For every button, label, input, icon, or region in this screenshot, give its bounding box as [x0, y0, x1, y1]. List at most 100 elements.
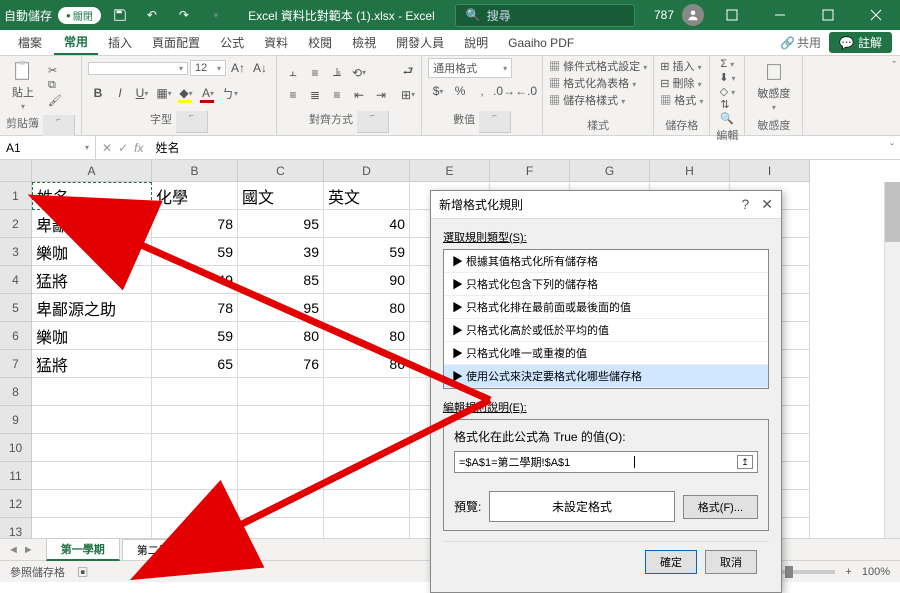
- cell[interactable]: 95: [238, 210, 324, 238]
- cell[interactable]: 78: [152, 210, 238, 238]
- maximize-icon[interactable]: [808, 0, 848, 30]
- new-sheet-icon[interactable]: ⊕: [198, 543, 218, 556]
- user-avatar[interactable]: [682, 4, 704, 26]
- delete-cells-button[interactable]: ⊟ 刪除 ▾: [660, 75, 701, 91]
- merge-center-icon[interactable]: ⊞▾: [401, 85, 415, 105]
- format-painter-icon[interactable]: 🖌: [48, 94, 62, 107]
- tab-file[interactable]: 檔案: [8, 30, 52, 55]
- sheet-tab-2[interactable]: 第二學期: [122, 539, 196, 560]
- cell[interactable]: 化學: [152, 182, 238, 210]
- row-header[interactable]: 11: [0, 462, 32, 490]
- cell[interactable]: 80: [324, 322, 410, 350]
- cell[interactable]: [152, 406, 238, 434]
- rule-option[interactable]: ▶ 只格式化排在最前面或最後面的值: [444, 296, 768, 319]
- sheet-prev-icon[interactable]: ◄: [8, 544, 19, 556]
- cell[interactable]: 59: [324, 238, 410, 266]
- undo-icon[interactable]: ↶: [139, 2, 165, 28]
- autosum-icon[interactable]: Σ ▾: [720, 58, 734, 70]
- sheet-tab-1[interactable]: 第一學期: [46, 538, 120, 561]
- cell[interactable]: [32, 518, 152, 538]
- cell[interactable]: [238, 462, 324, 490]
- save-icon[interactable]: [107, 2, 133, 28]
- align-bottom-icon[interactable]: ⫡: [327, 63, 347, 83]
- cell[interactable]: [32, 406, 152, 434]
- cell[interactable]: 86: [324, 350, 410, 378]
- row-header[interactable]: 6: [0, 322, 32, 350]
- dialog-help-icon[interactable]: ?: [741, 196, 749, 213]
- sheet-next-icon[interactable]: ►: [23, 544, 34, 556]
- cell[interactable]: 59: [152, 322, 238, 350]
- cell[interactable]: 80: [324, 294, 410, 322]
- row-header[interactable]: 3: [0, 238, 32, 266]
- cell[interactable]: [324, 490, 410, 518]
- cell[interactable]: 樂咖: [32, 238, 152, 266]
- cell[interactable]: [238, 434, 324, 462]
- cell[interactable]: 樂咖: [32, 322, 152, 350]
- row-header[interactable]: 9: [0, 406, 32, 434]
- qat-dropdown[interactable]: ▾: [203, 2, 229, 28]
- cell[interactable]: 猛將: [32, 266, 152, 294]
- cancel-formula-icon[interactable]: ✕: [102, 141, 112, 155]
- cell[interactable]: [152, 518, 238, 538]
- format-as-table-button[interactable]: ▦ 格式化為表格 ▾: [549, 75, 636, 91]
- percent-icon[interactable]: %: [450, 81, 470, 101]
- record-macro-icon[interactable]: ▣: [77, 567, 88, 579]
- cell[interactable]: [238, 490, 324, 518]
- sort-filter-icon[interactable]: ⇅: [720, 98, 738, 111]
- cell[interactable]: 40: [324, 210, 410, 238]
- cell[interactable]: 90: [324, 266, 410, 294]
- increase-indent-icon[interactable]: ⇥: [371, 85, 391, 105]
- cell[interactable]: [324, 378, 410, 406]
- cell[interactable]: [324, 406, 410, 434]
- cancel-button[interactable]: 取消: [705, 550, 757, 574]
- cell[interactable]: 49: [152, 266, 238, 294]
- wrap-text-icon[interactable]: ⮐: [401, 63, 415, 83]
- cell[interactable]: [32, 490, 152, 518]
- cut-icon[interactable]: ✂: [48, 64, 62, 77]
- rule-option[interactable]: ▶ 只格式化唯一或重複的值: [444, 342, 768, 365]
- bold-icon[interactable]: B: [88, 83, 108, 103]
- fill-icon[interactable]: ⬇ ▾: [719, 71, 735, 84]
- row-header[interactable]: 4: [0, 266, 32, 294]
- italic-icon[interactable]: I: [110, 83, 130, 103]
- cell[interactable]: [324, 518, 410, 538]
- enter-formula-icon[interactable]: ✓: [118, 141, 128, 155]
- tab-addin[interactable]: Gaaiho PDF: [498, 30, 584, 55]
- number-format-select[interactable]: 通用格式▾: [428, 58, 512, 78]
- tab-help[interactable]: 說明: [454, 30, 498, 55]
- ok-button[interactable]: 確定: [645, 550, 697, 574]
- col-header-A[interactable]: A: [32, 160, 152, 182]
- row-header[interactable]: 7: [0, 350, 32, 378]
- col-header-I[interactable]: I: [730, 160, 810, 182]
- align-left-icon[interactable]: ≡: [283, 85, 303, 105]
- vertical-scrollbar[interactable]: [884, 182, 900, 538]
- minimize-icon[interactable]: [760, 0, 800, 30]
- underline-icon[interactable]: U▾: [132, 83, 152, 103]
- font-name-select[interactable]: ▾: [88, 62, 188, 75]
- cell[interactable]: [324, 434, 410, 462]
- tab-insert[interactable]: 插入: [98, 30, 142, 55]
- cell[interactable]: [32, 378, 152, 406]
- conditional-formatting-button[interactable]: ▦ 條件式格式設定 ▾: [549, 58, 647, 74]
- col-header-D[interactable]: D: [324, 160, 410, 182]
- collapse-ribbon-icon[interactable]: ˇ: [892, 60, 896, 72]
- align-middle-icon[interactable]: ≡: [305, 63, 325, 83]
- cell[interactable]: 85: [238, 266, 324, 294]
- border-icon[interactable]: ▦▾: [154, 83, 174, 103]
- row-header[interactable]: 1: [0, 182, 32, 210]
- copy-icon[interactable]: ⧉: [48, 79, 62, 92]
- cell[interactable]: 英文: [324, 182, 410, 210]
- row-header[interactable]: 8: [0, 378, 32, 406]
- insert-cells-button[interactable]: ⊞ 插入 ▾: [660, 58, 701, 74]
- formula-input[interactable]: 姓名: [149, 139, 884, 156]
- redo-icon[interactable]: ↷: [171, 2, 197, 28]
- font-color-icon[interactable]: A▾: [198, 83, 218, 103]
- sensitivity-button[interactable]: 敏感度▾: [751, 59, 796, 114]
- cell[interactable]: [152, 490, 238, 518]
- tab-data[interactable]: 資料: [254, 30, 298, 55]
- cell[interactable]: 76: [238, 350, 324, 378]
- share-button[interactable]: 🔗 共用: [772, 34, 829, 51]
- cell[interactable]: 猛將: [32, 350, 152, 378]
- align-right-icon[interactable]: ≡: [327, 85, 347, 105]
- format-button[interactable]: 格式(F)...: [683, 495, 758, 519]
